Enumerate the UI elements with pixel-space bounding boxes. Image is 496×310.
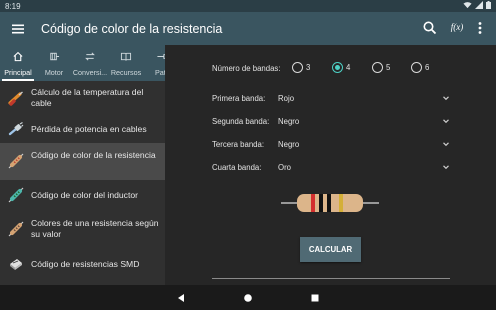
function-icon[interactable]: f(x): [449, 22, 465, 38]
fourth-band-select[interactable]: Oro: [278, 161, 450, 175]
second-band-value: Negro: [278, 117, 300, 126]
battery-icon: [486, 1, 491, 9]
resistor-icon: [8, 153, 24, 169]
cable-icon: [8, 91, 23, 106]
wifi-icon: [463, 2, 472, 9]
bands-radio-label: 5: [386, 63, 391, 72]
fourth-band-value: Oro: [278, 163, 291, 172]
first-band-label: Primera banda:: [212, 94, 266, 103]
bands-radio-6[interactable]: [411, 62, 422, 73]
chevron-down-icon: [443, 119, 449, 124]
tab-label: Patil: [155, 68, 165, 77]
tab-label: Recursos: [110, 68, 142, 77]
third-band-label: Tercera banda:: [212, 140, 265, 149]
list-item-power-loss[interactable]: Pérdida de potencia en cables: [0, 115, 165, 143]
resistor-band: [339, 194, 343, 212]
search-icon[interactable]: [422, 20, 438, 36]
bands-radio-3[interactable]: [292, 62, 303, 73]
list-item-resistor-by-value[interactable]: Colores de una resistencia según su valo…: [0, 210, 165, 249]
motor-icon: [50, 52, 60, 61]
tab-label: Principal: [4, 68, 32, 77]
resistor-band: [319, 194, 323, 212]
convert-icon: [85, 52, 95, 61]
sidebar: Principal Motor Conversi... Recursos Pat…: [0, 45, 165, 285]
back-icon[interactable]: [174, 291, 188, 305]
result-divider: [212, 278, 450, 279]
tab-principal[interactable]: Principal: [0, 45, 36, 81]
list-item-resistor-code[interactable]: Código de color de la resistencia: [0, 143, 165, 180]
list-item-label: Colores de una resistencia según su valo…: [31, 218, 159, 239]
smd-icon: [10, 259, 22, 270]
chevron-down-icon: [443, 96, 449, 101]
third-band-value: Negro: [278, 140, 300, 149]
chevron-down-icon: [443, 165, 449, 170]
app-bar: Código de color de la resistencia f(x): [0, 12, 496, 45]
resistor-form: Número de bandas: 3 4 5 6 Primera banda:…: [166, 45, 496, 285]
list-item-cable-temperature[interactable]: Cálculo de la temperatura del cable: [0, 81, 165, 115]
tab-patil[interactable]: Patil: [144, 45, 165, 81]
resistor-value-icon: [8, 221, 24, 237]
second-band-select[interactable]: Negro: [278, 115, 450, 129]
bands-label: Número de bandas:: [212, 64, 281, 73]
bands-radio-label: 4: [346, 63, 351, 72]
bands-radio-label: 6: [425, 63, 430, 72]
plug-icon: [8, 122, 24, 136]
bands-radio-4[interactable]: [332, 62, 343, 73]
book-icon: [120, 52, 132, 61]
tab-label: Conversi...: [72, 68, 108, 77]
tab-bar: Principal Motor Conversi... Recursos Pat…: [0, 45, 165, 81]
chevron-down-icon: [443, 142, 449, 147]
signal-icon: [475, 1, 483, 9]
third-band-select[interactable]: Negro: [278, 138, 450, 152]
tab-label: Motor: [44, 68, 64, 77]
calculate-button[interactable]: CALCULAR: [300, 237, 361, 262]
home-icon: [13, 51, 23, 62]
first-band-value: Rojo: [278, 94, 295, 103]
page-title: Código de color de la resistencia: [41, 22, 223, 36]
resistor-band: [327, 194, 331, 212]
resistor-band: [311, 194, 315, 212]
bands-radio-5[interactable]: [372, 62, 383, 73]
recents-icon[interactable]: [308, 291, 322, 305]
status-bar: 8:19: [0, 0, 496, 12]
second-band-label: Segunda banda:: [212, 117, 270, 126]
menu-icon[interactable]: [10, 21, 26, 37]
pin-icon: [157, 54, 165, 59]
more-vert-icon[interactable]: [472, 20, 488, 36]
inductor-icon: [8, 187, 24, 203]
fourth-band-label: Cuarta banda:: [212, 163, 262, 172]
tab-conversion[interactable]: Conversi...: [72, 45, 108, 81]
nav-bar: [0, 285, 496, 310]
list-item-label: Cálculo de la temperatura del cable: [31, 87, 144, 108]
bands-radio-label: 3: [306, 63, 311, 72]
list-item-label: Código de resistencias SMD: [31, 259, 140, 269]
list-item-label: Código de color del inductor: [31, 190, 139, 200]
resistor-preview: [281, 194, 379, 212]
tab-recursos[interactable]: Recursos: [108, 45, 144, 81]
list-item-inductor-code[interactable]: Código de color del inductor: [0, 180, 165, 210]
list-item-smd-code[interactable]: Código de resistencias SMD: [0, 249, 165, 279]
first-band-select[interactable]: Rojo: [278, 92, 450, 106]
status-time: 8:19: [5, 2, 21, 11]
tab-motor[interactable]: Motor: [36, 45, 72, 81]
home-nav-icon[interactable]: [241, 291, 255, 305]
list-item-label: Código de color de la resistencia: [31, 150, 156, 160]
list-item-label: Pérdida de potencia en cables: [31, 124, 147, 134]
